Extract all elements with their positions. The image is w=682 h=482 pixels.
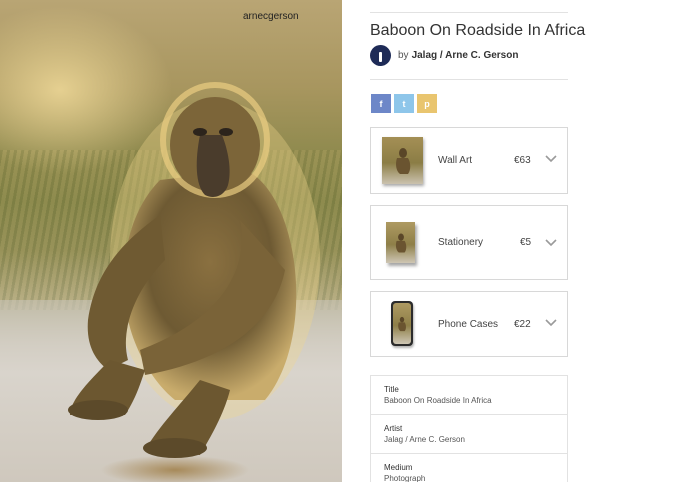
product-option-phone-cases[interactable]: Phone Cases €22 (370, 291, 568, 357)
artist-byline: by Jalag / Arne C. Gerson (398, 50, 518, 61)
chevron-down-icon[interactable] (545, 319, 557, 327)
facebook-share-button[interactable]: f (371, 94, 391, 113)
stationery-thumbnail (386, 222, 415, 263)
detail-label: Medium (384, 463, 413, 472)
detail-label: Title (384, 385, 399, 394)
product-name: Wall Art (438, 155, 473, 166)
chevron-down-icon[interactable] (545, 239, 557, 247)
share-buttons: f t p (371, 94, 437, 113)
detail-row: Artist Jalag / Arne C. Gerson (371, 415, 567, 454)
product-option-wall-art[interactable]: Wall Art €63 (370, 127, 568, 194)
artist-logo-icon[interactable] (370, 44, 391, 66)
product-price: €22 (514, 318, 531, 330)
detail-value: Baboon On Roadside In Africa (384, 396, 492, 405)
artwork-photo[interactable]: arnecgerson (0, 0, 342, 482)
baboon-figure (68, 82, 320, 458)
artist-row: by Jalag / Arne C. Gerson (370, 43, 518, 67)
chevron-down-icon[interactable] (545, 155, 557, 163)
divider (370, 79, 568, 80)
product-price: €5 (520, 237, 532, 248)
product-name: Stationery (438, 237, 484, 248)
product-price: €63 (514, 155, 531, 166)
product-option-stationery[interactable]: Stationery €5 (370, 205, 568, 280)
divider (370, 12, 568, 13)
twitter-share-button[interactable]: t (394, 94, 414, 113)
detail-row: Title Baboon On Roadside In Africa (371, 376, 567, 415)
artwork-details: Title Baboon On Roadside In Africa Artis… (370, 375, 568, 482)
artist-link[interactable]: Jalag / Arne C. Gerson (412, 50, 519, 61)
product-name: Phone Cases (438, 318, 499, 330)
detail-value: Photograph (384, 474, 426, 482)
photo-watermark: arnecgerson (243, 11, 299, 22)
artwork-title: Baboon On Roadside In Africa (370, 22, 586, 39)
pinterest-share-button[interactable]: p (417, 94, 437, 113)
detail-row: Medium Photograph (371, 454, 567, 482)
detail-label: Artist (384, 424, 403, 433)
by-prefix: by (398, 49, 409, 61)
wall-art-thumbnail (382, 137, 423, 184)
phone-case-thumbnail (391, 301, 413, 346)
detail-value: Jalag / Arne C. Gerson (384, 435, 465, 444)
